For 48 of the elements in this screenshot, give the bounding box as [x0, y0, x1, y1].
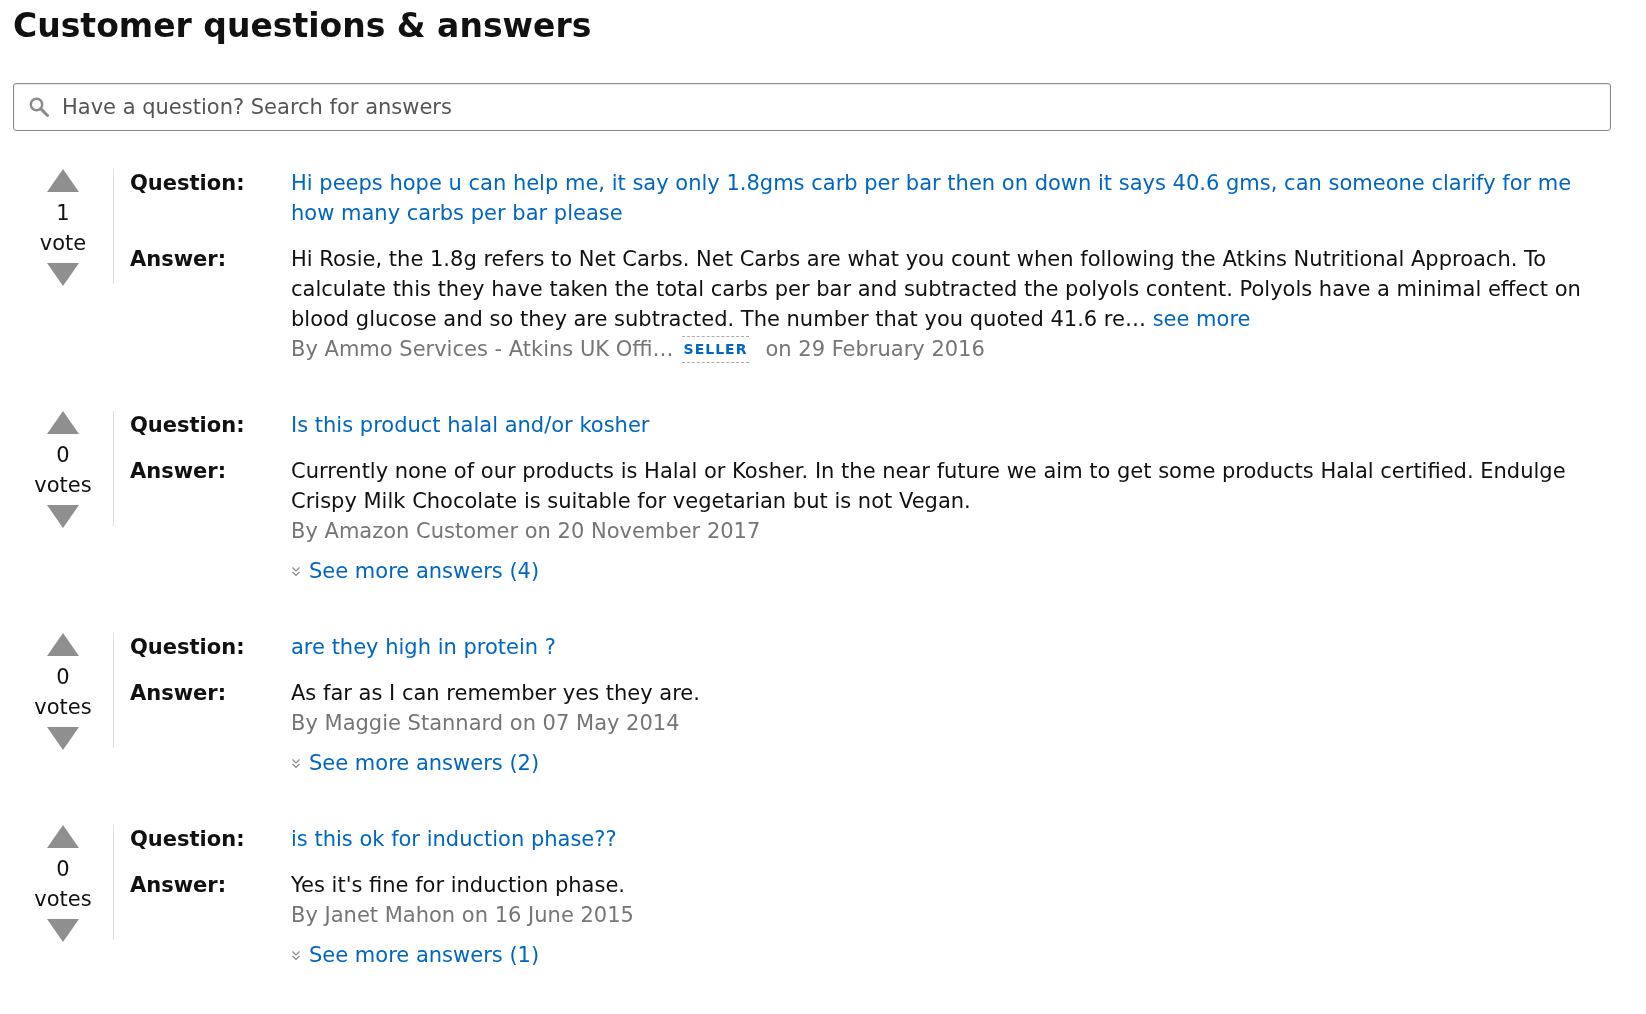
answer-byline: By Maggie Stannard on 07 May 2014 [291, 710, 680, 737]
answer-label: Answer: [130, 872, 228, 899]
down-triangle-icon[interactable] [47, 919, 79, 942]
see-more-answers-link[interactable]: See more answers (4) [291, 556, 540, 586]
page-title: Customer questions & answers [13, 5, 593, 46]
question-label: Question: [130, 170, 246, 197]
answer-label: Answer: [130, 680, 228, 707]
search-field[interactable]: Have a question? Search for answers [13, 83, 1611, 131]
vote-count: 0 [56, 442, 70, 469]
up-triangle-icon[interactable] [47, 825, 79, 848]
vote-label: votes [34, 886, 92, 913]
answer-text: As far as I can remember yes they are. [291, 680, 700, 707]
answer-byline: By Amazon Customer on 20 November 2017 [291, 518, 761, 545]
question-link[interactable]: are they high in protein ? [291, 632, 1593, 662]
answer-label: Answer: [130, 246, 228, 273]
answer-date: on 29 February 2016 [765, 336, 985, 363]
vote-count: 0 [56, 664, 70, 691]
question-label: Question: [130, 634, 246, 661]
answer-text: Yes it's fine for induction phase. [291, 872, 625, 899]
down-triangle-icon[interactable] [47, 727, 79, 750]
double-chevron-down-icon [291, 949, 301, 961]
see-more-answers-link[interactable]: See more answers (2) [291, 748, 540, 778]
answer-byline: By Ammo Services - Atkins UK Offi… [291, 336, 674, 363]
question-link[interactable]: Is this product halal and/or kosher [291, 410, 1593, 440]
search-icon [29, 97, 49, 117]
down-triangle-icon[interactable] [47, 505, 79, 528]
vote-count: 1 [56, 200, 70, 227]
answer-label: Answer: [130, 458, 228, 485]
up-triangle-icon[interactable] [47, 411, 79, 434]
question-link[interactable]: is this ok for induction phase?? [291, 824, 1593, 854]
answer-text: Hi Rosie, the 1.8g refers to Net Carbs. Net Carbs are what you count when following the Atkins Nutritional Approach. To calculate this they have taken the total carbs per bar and subtracted the polyols content. Polyols have a minimal effect on blood glucose and so they are subtracted. The number that you quoted 41.6 re… see more [291, 246, 1582, 333]
double-chevron-down-icon [291, 757, 301, 769]
vote-label: votes [34, 694, 92, 721]
question-link[interactable]: Hi peeps hope u can help me, it say only 1.8gms carb per bar then on down it says 40.6 gms, can someone clarify for me how many carbs per bar please [291, 168, 1593, 228]
question-label: Question: [130, 826, 246, 853]
question-label: Question: [130, 412, 246, 439]
answer-byline: By Janet Mahon on 16 June 2015 [291, 902, 634, 929]
see-more-link[interactable]: see more [1152, 307, 1251, 331]
answer-text: Currently none of our products is Halal or Kosher. In the near future we aim to get some products Halal certified. Endulge Crispy Milk Chocolate is suitable for vegetarian but is not Vegan. [291, 458, 1567, 515]
down-triangle-icon[interactable] [47, 263, 79, 286]
up-triangle-icon[interactable] [47, 169, 79, 192]
vote-count: 0 [56, 856, 70, 883]
vote-label: votes [34, 472, 92, 499]
double-chevron-down-icon [291, 565, 301, 577]
vote-label: vote [39, 230, 87, 257]
seller-badge: SELLER [681, 335, 750, 363]
see-more-answers-link[interactable]: See more answers (1) [291, 940, 540, 970]
up-triangle-icon[interactable] [47, 633, 79, 656]
